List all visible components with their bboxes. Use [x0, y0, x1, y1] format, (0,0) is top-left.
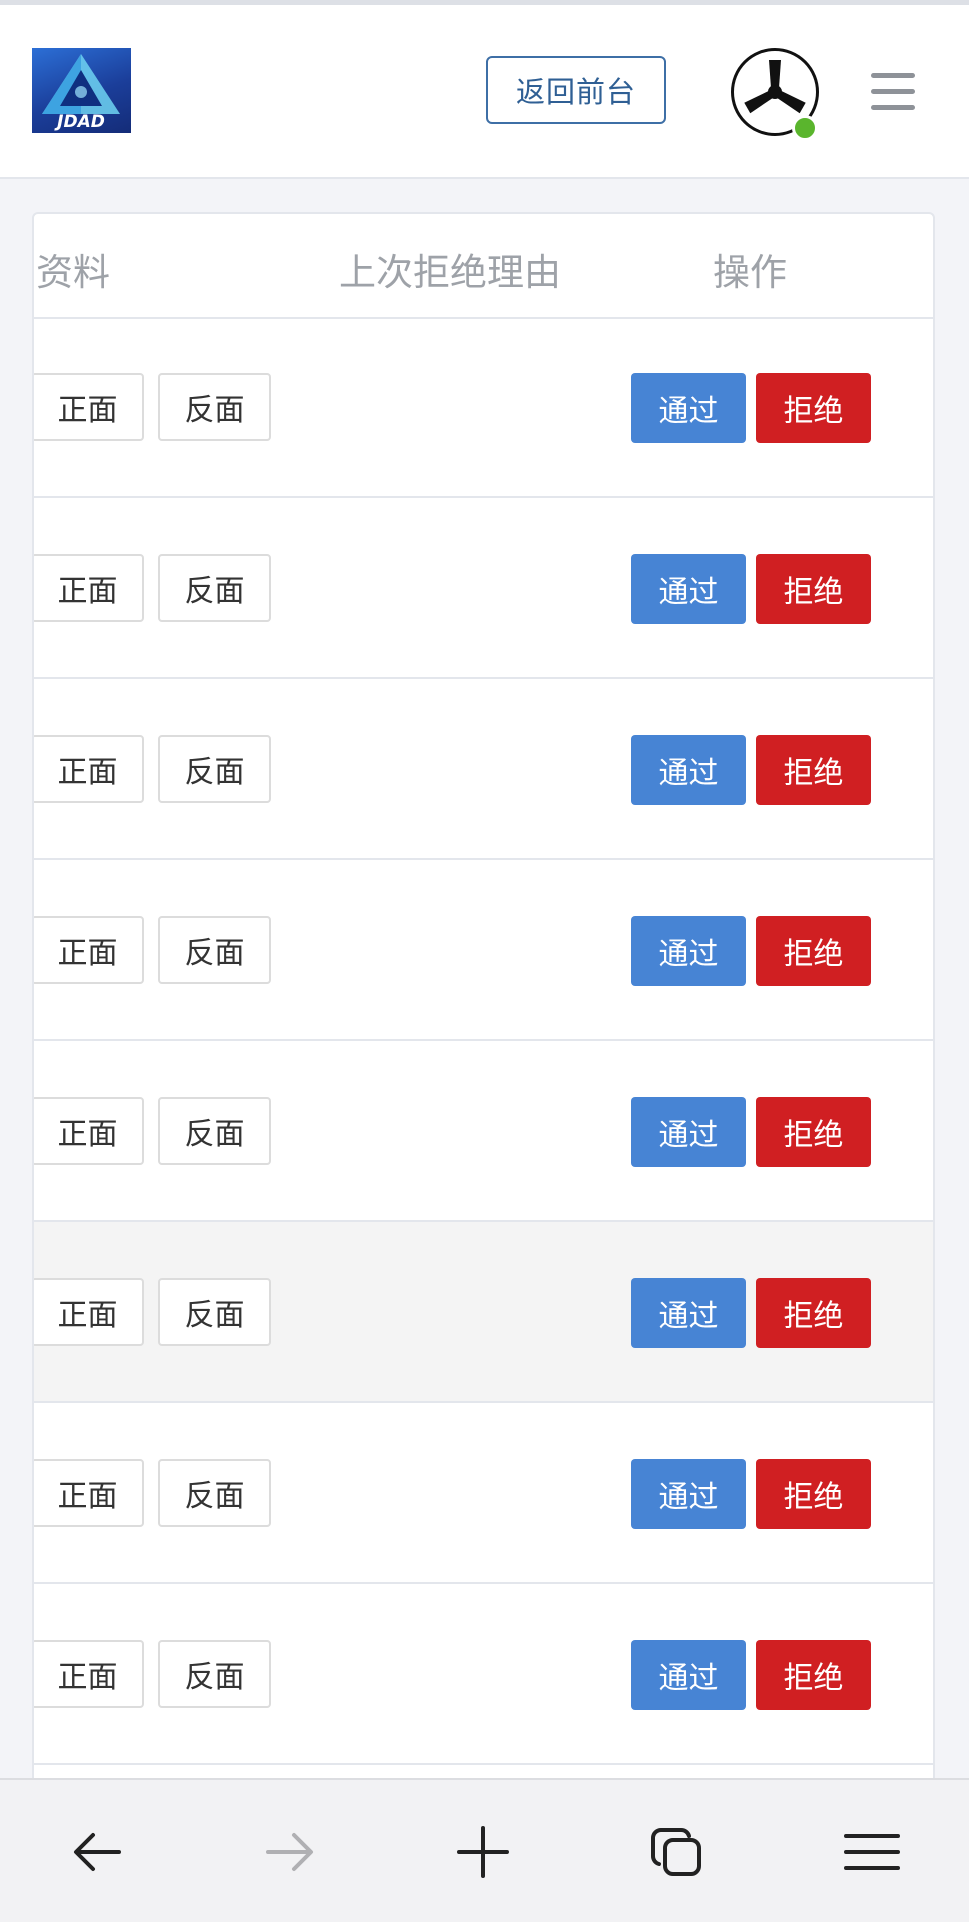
reject-button[interactable]: 拒绝	[756, 554, 871, 624]
svg-text:JDAD: JDAD	[54, 112, 105, 132]
online-status-indicator	[792, 115, 818, 141]
view-back-button[interactable]: 反面	[158, 1640, 271, 1708]
browser-toolbar	[0, 1778, 969, 1922]
column-header-last-reject-reason: 上次拒绝理由	[339, 251, 561, 294]
table-row: 正面 反面 通过 拒绝	[34, 1403, 933, 1584]
view-front-button[interactable]: 正面	[34, 1097, 144, 1165]
view-back-button[interactable]: 反面	[158, 1278, 271, 1346]
reject-button[interactable]: 拒绝	[756, 1278, 871, 1348]
view-front-button[interactable]: 正面	[34, 554, 144, 622]
reject-button[interactable]: 拒绝	[756, 1097, 871, 1167]
approve-button[interactable]: 通过	[631, 1097, 746, 1167]
view-back-button[interactable]: 反面	[158, 1459, 271, 1527]
approve-button[interactable]: 通过	[631, 916, 746, 986]
table-row: 正面 反面 通过 拒绝	[34, 1584, 933, 1765]
column-header-actions: 操作	[713, 251, 787, 294]
view-back-button[interactable]: 反面	[158, 1097, 271, 1165]
reject-button[interactable]: 拒绝	[756, 1640, 871, 1710]
browser-menu-icon[interactable]	[838, 1818, 906, 1886]
view-back-button[interactable]: 反面	[158, 916, 271, 984]
view-back-button[interactable]: 反面	[158, 735, 271, 803]
reject-button[interactable]: 拒绝	[756, 916, 871, 986]
approve-button[interactable]: 通过	[631, 1640, 746, 1710]
table-header: 资料 上次拒绝理由 操作	[34, 214, 933, 319]
logo-pyramid-icon: JDAD	[42, 54, 120, 132]
approve-button[interactable]: 通过	[631, 1459, 746, 1529]
hamburger-menu-icon[interactable]	[871, 73, 915, 111]
view-front-button[interactable]: 正面	[34, 735, 144, 803]
view-front-button[interactable]: 正面	[34, 916, 144, 984]
approve-button[interactable]: 通过	[631, 373, 746, 443]
table-row: 正面 反面 通过 拒绝	[34, 1041, 933, 1222]
table-row: 正面 反面 通过 拒绝	[34, 498, 933, 679]
table-row: 正面 反面 通过 拒绝	[34, 860, 933, 1041]
site-logo[interactable]: JDAD	[32, 48, 131, 133]
view-back-button[interactable]: 反面	[158, 554, 271, 622]
view-front-button[interactable]: 正面	[34, 1640, 144, 1708]
tabs-icon[interactable]	[643, 1818, 711, 1886]
new-tab-plus-icon[interactable]	[449, 1818, 517, 1886]
back-to-frontend-button[interactable]: 返回前台	[486, 56, 666, 124]
forward-arrow-icon[interactable]	[256, 1818, 324, 1886]
reject-button[interactable]: 拒绝	[756, 373, 871, 443]
table-row: 正面 反面 通过 拒绝	[34, 679, 933, 860]
view-front-button[interactable]: 正面	[34, 1459, 144, 1527]
back-arrow-icon[interactable]	[63, 1818, 131, 1886]
approve-button[interactable]: 通过	[631, 735, 746, 805]
reject-button[interactable]: 拒绝	[756, 1459, 871, 1529]
reject-button[interactable]: 拒绝	[756, 735, 871, 805]
review-table: 资料 上次拒绝理由 操作 正面 反面 通过 拒绝 正面 反面 通过 拒绝 正面 …	[32, 212, 935, 1920]
approve-button[interactable]: 通过	[631, 1278, 746, 1348]
view-front-button[interactable]: 正面	[34, 1278, 144, 1346]
admin-header: JDAD 返回前台	[0, 5, 969, 179]
table-row: 正面 反面 通过 拒绝	[34, 317, 933, 498]
view-front-button[interactable]: 正面	[34, 373, 144, 441]
approve-button[interactable]: 通过	[631, 554, 746, 624]
view-back-button[interactable]: 反面	[158, 373, 271, 441]
table-row: 正面 反面 通过 拒绝	[34, 1222, 933, 1403]
column-header-materials: 资料	[36, 251, 110, 294]
